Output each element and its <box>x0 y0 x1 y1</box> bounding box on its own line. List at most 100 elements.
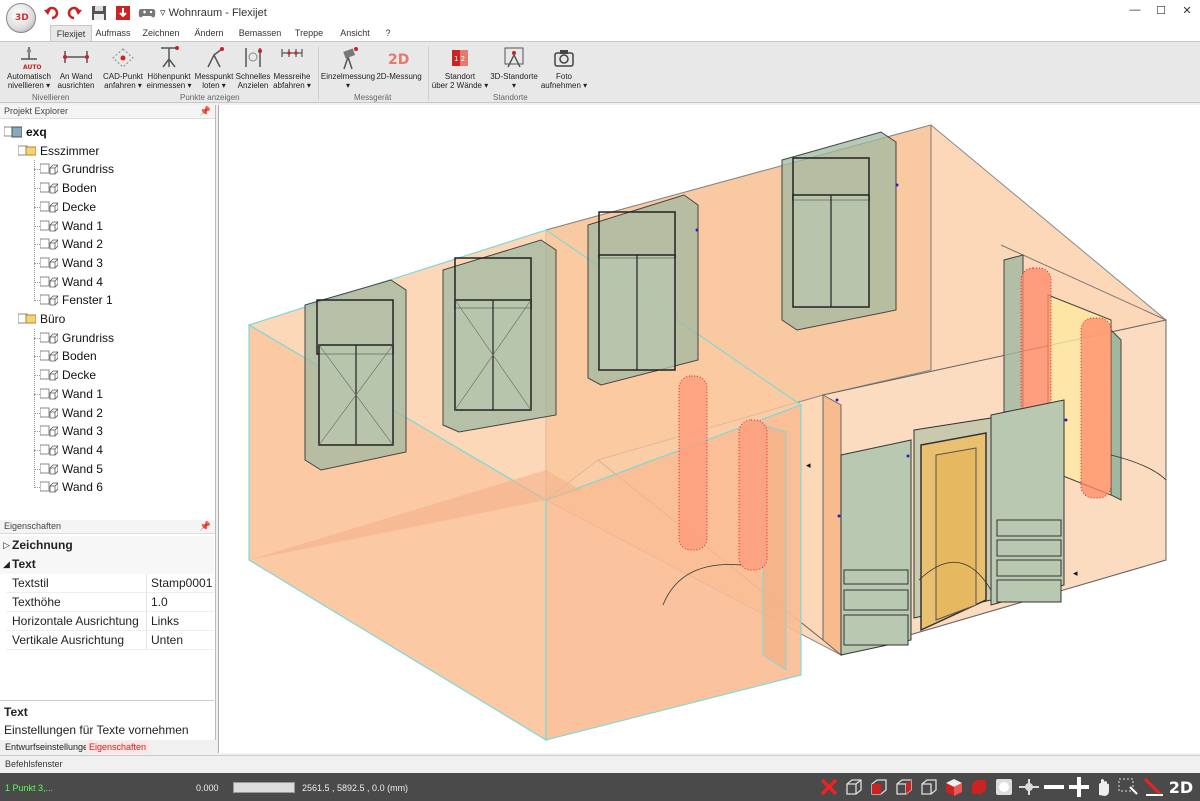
height-point-label2: einmessen ▾ <box>146 81 192 90</box>
tab-ansicht[interactable]: Ansicht <box>334 25 376 41</box>
tree-item-label: Wand 3 <box>62 424 103 439</box>
prop-value[interactable]: Unten <box>146 631 214 649</box>
window-controls: — ☐ ✕ <box>1122 0 1200 20</box>
maximize-icon[interactable]: ☐ <box>1148 0 1174 20</box>
pin-icon[interactable]: 📌 <box>200 105 211 118</box>
prop-row-textstil[interactable]: Textstil Stamp0001 <box>6 574 214 593</box>
measure-2d-button[interactable]: 2D 2D-Messung <box>376 44 422 81</box>
tab-aufmass[interactable]: Aufmass <box>92 25 134 41</box>
locations-3d-label1: 3D-Standorte <box>490 72 538 81</box>
view-top-icon[interactable] <box>918 775 940 799</box>
select-window-icon[interactable] <box>1118 775 1140 799</box>
auto-level-button[interactable]: AUTO Automatisch nivellieren ▾ <box>4 44 54 90</box>
pan-point-icon[interactable] <box>1018 775 1040 799</box>
tab-eigenschaften[interactable]: Eigenschaften <box>86 741 150 753</box>
single-measure-button[interactable]: Einzelmessung ▾ <box>320 44 376 90</box>
category-zeichnung-label: Zeichnung <box>12 538 73 552</box>
measure-series-button[interactable]: Messreihe abfahren ▾ <box>272 44 312 90</box>
height-point-button[interactable]: Höhenpunkt einmessen ▾ <box>146 44 192 90</box>
gamepad-icon[interactable] <box>136 3 158 23</box>
hand-icon[interactable] <box>1093 775 1115 799</box>
import-icon[interactable] <box>112 3 134 23</box>
prop-value[interactable]: 1.0 <box>146 593 214 611</box>
prop-row-texthoehe[interactable]: Texthöhe 1.0 <box>6 593 214 612</box>
mode-2d-toggle[interactable]: 2D <box>1168 775 1194 799</box>
tree-item[interactable]: Wand 3 <box>39 254 103 272</box>
pin-icon[interactable]: 📌 <box>200 520 211 533</box>
prop-row-horizontal-align[interactable]: Horizontale Ausrichtung Links <box>6 612 214 631</box>
tree-item[interactable]: Wand 2 <box>39 235 103 253</box>
tab-flexijet[interactable]: Flexijet <box>50 25 92 41</box>
tree-item[interactable]: Wand 1 <box>39 217 103 235</box>
view-side-icon[interactable] <box>893 775 915 799</box>
close-icon[interactable]: ✕ <box>1174 0 1200 20</box>
tree-item[interactable]: Decke <box>39 198 96 216</box>
tab-entwurfseinstellungen[interactable]: Entwurfseinstellungen <box>2 741 96 753</box>
ribbon-separator <box>428 46 429 100</box>
prop-row-vertical-align[interactable]: Vertikale Ausrichtung Unten <box>6 631 214 650</box>
layer-item-icon <box>39 350 59 362</box>
tree-item[interactable]: Wand 5 <box>39 460 103 478</box>
cad-point-label1: CAD-Punkt <box>102 72 143 81</box>
view-front-icon[interactable] <box>868 775 890 799</box>
tree-item[interactable]: Wand 6 <box>39 478 103 496</box>
category-zeichnung[interactable]: ▷ Zeichnung <box>0 536 214 555</box>
app-logo[interactable]: 3D <box>6 3 36 33</box>
redo-icon[interactable] <box>64 3 86 23</box>
prop-key: Texthöhe <box>12 595 61 609</box>
3d-scene[interactable]: ◂ ◂ <box>219 105 1200 753</box>
tree-item[interactable]: Wand 2 <box>39 404 103 422</box>
undo-icon[interactable] <box>40 3 62 23</box>
quick-aim-button[interactable]: Schnelles Anzielen <box>234 44 272 90</box>
3d-viewport[interactable]: ◂ ◂ <box>218 105 1200 753</box>
tab-treppe[interactable]: Treppe <box>288 25 330 41</box>
status-bar: 1 Punkt 3,... 0.000 2561.5 , 5892.5 , 0.… <box>0 773 1200 801</box>
tab-bemassen[interactable]: Bemassen <box>236 25 284 41</box>
zoom-in-icon[interactable] <box>1068 775 1090 799</box>
tree-room[interactable]: Büro <box>17 310 65 328</box>
tree-item[interactable]: Wand 4 <box>39 273 103 291</box>
tree-item-label: Boden <box>62 181 97 196</box>
prop-value[interactable]: Links <box>146 612 214 630</box>
project-icon <box>3 126 23 138</box>
tree-item[interactable]: Wand 4 <box>39 441 103 459</box>
prop-value[interactable]: Stamp0001 <box>146 574 214 592</box>
window-title-text: Wohnraum - Flexijet <box>168 7 267 19</box>
shaded-view-icon[interactable] <box>968 775 990 799</box>
plumb-point-button[interactable]: Messpunkt loten ▾ <box>193 44 235 90</box>
tree-room[interactable]: Esszimmer <box>17 142 99 160</box>
tab-help[interactable]: ? <box>380 25 396 41</box>
measure-tool-icon[interactable] <box>1143 775 1165 799</box>
tree-item[interactable]: Wand 3 <box>39 422 103 440</box>
render-view-icon[interactable] <box>993 775 1015 799</box>
align-wall-button[interactable]: An Wand ausrichten <box>56 44 96 90</box>
svg-text:◂: ◂ <box>1073 569 1078 579</box>
camera-button[interactable]: Foto aufnehmen ▾ <box>540 44 588 90</box>
window-4 <box>781 131 897 331</box>
tree-item[interactable]: Decke <box>39 366 96 384</box>
view-toolbar: 2D <box>818 775 1194 799</box>
command-window[interactable]: Befehlsfenster <box>0 755 1200 773</box>
tree-root-project[interactable]: exq <box>3 123 47 141</box>
tree-item[interactable]: Grundriss <box>39 329 114 347</box>
tree-item[interactable]: Boden <box>39 347 97 365</box>
cancel-icon[interactable] <box>818 775 840 799</box>
category-text[interactable]: ◢ Text <box>0 555 214 574</box>
tab-zeichnen[interactable]: Zeichnen <box>140 25 182 41</box>
zoom-out-icon[interactable] <box>1043 775 1065 799</box>
minimize-icon[interactable]: — <box>1122 0 1148 20</box>
save-icon[interactable] <box>88 3 110 23</box>
locations-3d-button[interactable]: 3D-Standorte ▾ <box>488 44 540 90</box>
tree-item-label: Wand 1 <box>62 218 103 233</box>
tab-aendern[interactable]: Ändern <box>188 25 230 41</box>
tree-item[interactable]: Boden <box>39 179 97 197</box>
svg-text:◂: ◂ <box>806 461 811 471</box>
cad-point-button[interactable]: CAD-Punkt anfahren ▾ <box>100 44 146 90</box>
view-iso-icon[interactable] <box>943 775 965 799</box>
tree-item[interactable]: Wand 1 <box>39 385 103 403</box>
wireframe-view-icon[interactable] <box>843 775 865 799</box>
tree-item[interactable]: Grundriss <box>39 160 114 178</box>
tree-item[interactable]: Fenster 1 <box>39 291 113 309</box>
layer-item-icon <box>39 481 59 493</box>
location-2-walls-button[interactable]: 1 2 Standort über 2 Wände ▾ <box>430 44 490 90</box>
